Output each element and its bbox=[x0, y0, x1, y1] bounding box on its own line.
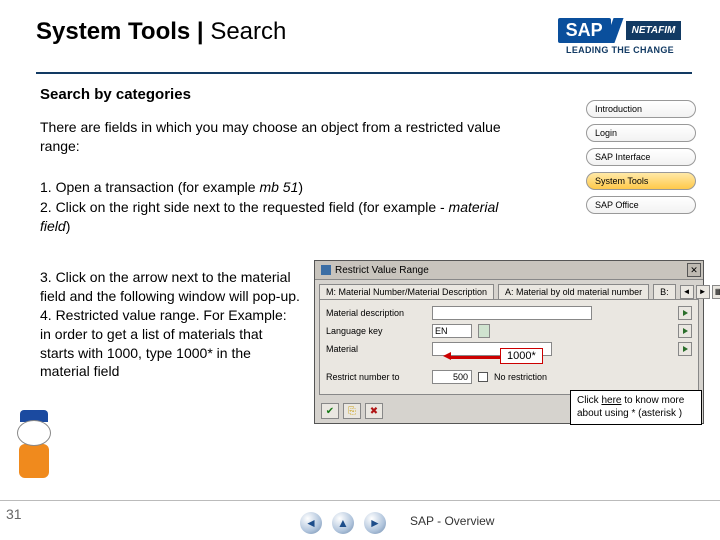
step1-a: 1. Open a transaction (for example bbox=[40, 179, 259, 195]
label-no-restriction: No restriction bbox=[494, 372, 547, 382]
pin-icon[interactable]: ⎘ bbox=[343, 403, 361, 419]
app-icon bbox=[321, 265, 331, 275]
lang-picker-icon[interactable] bbox=[478, 324, 490, 338]
nav-login[interactable]: Login bbox=[586, 124, 696, 142]
dialog-title: Restrict Value Range bbox=[335, 265, 429, 276]
subheading: Search by categories bbox=[40, 86, 191, 103]
tab-list-icon[interactable]: ▦ bbox=[712, 285, 720, 299]
input-restrict-number[interactable]: 500 bbox=[432, 370, 472, 384]
tip-link[interactable]: here bbox=[601, 395, 621, 406]
next-slide-icon[interactable]: ► bbox=[364, 512, 386, 534]
tab-b[interactable]: B: bbox=[653, 284, 676, 299]
brand-logo: SAP NETAFIM LEADING THE CHANGE bbox=[540, 18, 700, 55]
sap-logo: SAP bbox=[558, 18, 611, 43]
steps-3-4: 3. Click on the arrow next to the materi… bbox=[40, 268, 300, 381]
header-rule bbox=[36, 72, 692, 74]
dialog-form: Material description Language key EN Mat… bbox=[319, 299, 699, 395]
first-slide-icon[interactable]: ▲ bbox=[332, 512, 354, 534]
title-sep: | bbox=[190, 18, 210, 45]
tab-material-number[interactable]: M: Material Number/Material Description bbox=[319, 284, 494, 299]
nav-sap-office[interactable]: SAP Office bbox=[586, 196, 696, 214]
tab-old-material-number[interactable]: A: Material by old material number bbox=[498, 284, 649, 299]
steps-1-2: 1. Open a transaction (for example mb 51… bbox=[40, 178, 520, 237]
label-language-key: Language key bbox=[326, 326, 426, 336]
mascot-icon bbox=[4, 410, 64, 490]
close-icon[interactable]: ✕ bbox=[687, 263, 701, 277]
side-nav: Introduction Login SAP Interface System … bbox=[586, 100, 696, 214]
label-material: Material bbox=[326, 344, 426, 354]
footer-text: SAP - Overview bbox=[410, 514, 494, 528]
input-language-key[interactable]: EN bbox=[432, 324, 472, 338]
step2-a: 2. Click on the right side next to the r… bbox=[40, 199, 449, 215]
step2-b: ) bbox=[66, 218, 71, 234]
slide-nav: ◄ ▲ ► bbox=[300, 512, 386, 534]
go-icon[interactable] bbox=[678, 306, 692, 320]
title-strong: System Tools bbox=[36, 18, 190, 45]
intro-text: There are fields in which you may choose… bbox=[40, 118, 520, 156]
nav-sap-interface[interactable]: SAP Interface bbox=[586, 148, 696, 166]
input-material-description[interactable] bbox=[432, 306, 592, 320]
label-restrict-number: Restrict number to bbox=[326, 372, 426, 382]
page-title: System Tools | Search bbox=[36, 18, 286, 46]
tab-scroll-right-icon[interactable]: ► bbox=[696, 285, 710, 299]
dialog-tabs: M: Material Number/Material Description … bbox=[315, 280, 703, 299]
logo-tagline: LEADING THE CHANGE bbox=[540, 45, 700, 55]
title-light: Search bbox=[210, 18, 286, 45]
netafim-logo: NETAFIM bbox=[625, 20, 683, 41]
dialog-titlebar: Restrict Value Range ✕ bbox=[315, 261, 703, 280]
nav-system-tools[interactable]: System Tools bbox=[586, 172, 696, 190]
tip-a: Click bbox=[577, 395, 601, 406]
tab-scroll-left-icon[interactable]: ◄ bbox=[680, 285, 694, 299]
nav-introduction[interactable]: Introduction bbox=[586, 100, 696, 118]
callout-asterisk-tip: Click here to know more about using * (a… bbox=[570, 390, 702, 425]
step1-em: mb 51 bbox=[259, 179, 298, 195]
ok-icon[interactable]: ✔ bbox=[321, 403, 339, 419]
step1-b: ) bbox=[298, 179, 303, 195]
go-icon[interactable] bbox=[678, 342, 692, 356]
callout-input-example: 1000* bbox=[500, 348, 543, 364]
checkbox-no-restriction[interactable] bbox=[478, 372, 488, 382]
cancel-icon[interactable]: ✖ bbox=[365, 403, 383, 419]
prev-slide-icon[interactable]: ◄ bbox=[300, 512, 322, 534]
go-icon[interactable] bbox=[678, 324, 692, 338]
label-material-description: Material description bbox=[326, 308, 426, 318]
